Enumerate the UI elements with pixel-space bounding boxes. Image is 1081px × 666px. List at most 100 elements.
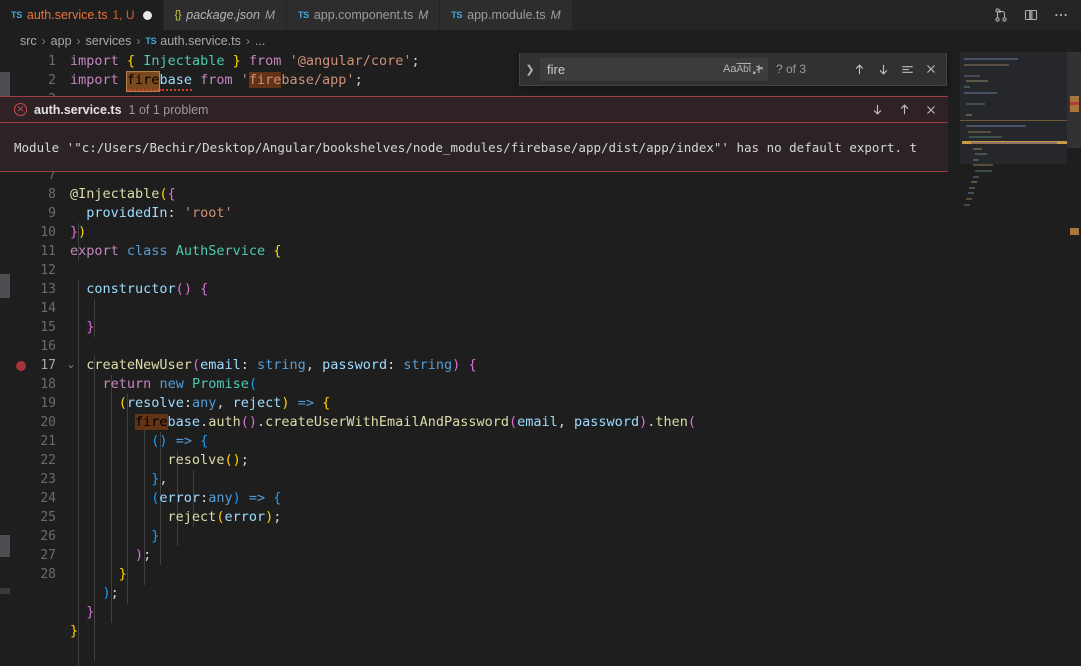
tab-label: package.json: [186, 8, 260, 22]
breadcrumb-item-services[interactable]: services: [86, 34, 132, 48]
code-line-13: createNewUser(email: string, password: s…: [86, 357, 477, 373]
code-line-17: () => {: [151, 433, 209, 449]
line-number: 16: [40, 339, 56, 354]
find-in-selection-icon[interactable]: [900, 62, 915, 77]
line-number: 13: [40, 282, 56, 297]
minimap-line: [965, 125, 1026, 128]
tab-package-json[interactable]: {} package.json M: [163, 0, 287, 30]
code-line-23: );: [135, 547, 152, 563]
minimap-line: [965, 80, 989, 83]
find-input-box[interactable]: Aa Abl: [540, 57, 768, 81]
minimap-line: [967, 192, 974, 195]
ts-file-icon: TS: [145, 36, 157, 46]
line-number: 14: [40, 301, 56, 316]
line-number: 17: [40, 358, 56, 373]
toggle-panel-icon[interactable]: [1023, 7, 1039, 23]
tab-auth-service-ts[interactable]: TS auth.service.ts 1, U: [0, 0, 164, 30]
problem-message: Module '"c:/Users/Bechir/Desktop/Angular…: [0, 123, 948, 171]
error-circle-icon: ✕: [14, 103, 27, 116]
breadcrumb-item-symbol[interactable]: ...: [255, 34, 265, 48]
split-editor-icon[interactable]: [993, 7, 1009, 23]
close-icon[interactable]: [924, 62, 938, 76]
line-number: 11: [40, 244, 56, 259]
find-next-icon[interactable]: [876, 62, 891, 77]
close-icon[interactable]: [924, 103, 938, 117]
minimap-line: [965, 198, 972, 200]
line-number: 27: [40, 548, 56, 563]
json-file-icon: {}: [174, 9, 182, 21]
ts-file-icon: TS: [297, 10, 309, 20]
line-number: 24: [40, 491, 56, 506]
code-line-20: (error:any) => {: [151, 490, 282, 506]
tab-dirty-indicator[interactable]: [142, 10, 152, 20]
line-number: 18: [40, 377, 56, 392]
code-line-2: import firebase from 'firebase/app';: [70, 71, 363, 92]
breakpoint-marker[interactable]: [16, 361, 26, 371]
match-case-icon[interactable]: Aa: [723, 59, 736, 79]
minimap-line: [964, 74, 981, 77]
minimap-line: [964, 203, 970, 206]
minimap[interactable]: [960, 52, 1067, 666]
find-previous-icon[interactable]: [852, 62, 867, 77]
minimap-line: [964, 86, 970, 88]
problem-next-icon[interactable]: [870, 102, 885, 117]
whole-word-icon[interactable]: Abl: [736, 59, 750, 79]
line-number: 22: [40, 453, 56, 468]
regex-icon[interactable]: [751, 59, 765, 79]
line-number: 1: [48, 54, 56, 69]
breadcrumb-item-file[interactable]: auth.service.ts: [160, 34, 241, 48]
code-line-25: );: [102, 585, 119, 601]
code-line-24: }: [118, 566, 127, 582]
find-widget[interactable]: ❯ Aa Abl ? of 3: [519, 53, 947, 86]
code-line-14: return new Promise(: [102, 376, 258, 392]
code-line-11: }: [86, 319, 95, 335]
tab-label: app.component.ts: [313, 8, 414, 22]
search-input[interactable]: [547, 61, 723, 77]
minimap-line: [969, 136, 1002, 139]
minimap-line: [973, 175, 979, 178]
code-line-26: }: [86, 604, 95, 620]
line-number: 2: [48, 73, 56, 88]
problem-actions: [870, 102, 948, 117]
line-number: 25: [40, 510, 56, 525]
minimap-line: [973, 158, 979, 161]
breadcrumb-item-src[interactable]: src: [20, 34, 37, 48]
breadcrumb: src › app › services › TS auth.service.t…: [0, 30, 1081, 52]
problem-file-name: auth.service.ts: [34, 102, 122, 117]
line-number: 20: [40, 415, 56, 430]
minimap-line: [973, 164, 993, 167]
minimap-line: [974, 170, 993, 172]
code-line-5: providedIn: 'root': [86, 205, 233, 221]
more-actions-icon[interactable]: [1053, 7, 1069, 23]
tab-badge: 1, U: [112, 8, 135, 22]
chevron-right-icon[interactable]: ❯: [520, 53, 540, 86]
minimap-line: [973, 147, 982, 150]
breadcrumb-item-app[interactable]: app: [51, 34, 72, 48]
scrollbar-match-marker: [1070, 105, 1079, 112]
tab-badge: M: [550, 8, 561, 22]
code-line-21: reject(error);: [167, 509, 282, 525]
line-number: 10: [40, 225, 56, 240]
line-number: 23: [40, 472, 56, 487]
code-line-16: firebase.auth().createUserWithEmailAndPa…: [135, 414, 697, 430]
tab-label: auth.service.ts: [26, 8, 108, 22]
tab-app-module-ts[interactable]: TS app.module.ts M: [440, 0, 573, 30]
editor-vertical-scrollbar[interactable]: [1067, 52, 1081, 666]
code-line-4: @Injectable({: [70, 186, 176, 202]
problem-previous-icon[interactable]: [897, 102, 912, 117]
breadcrumb-separator: ›: [41, 34, 46, 48]
scrollbar-match-marker: [1070, 228, 1079, 235]
code-line-18: resolve();: [167, 452, 249, 468]
code-line-27: }: [70, 623, 79, 639]
code-line-6: }): [70, 224, 87, 240]
ts-file-icon: TS: [11, 10, 22, 20]
tab-badge: M: [264, 8, 275, 22]
code-line-9: constructor() {: [86, 281, 209, 297]
tab-app-component-ts[interactable]: TS app.component.ts M: [286, 0, 441, 30]
line-number: 12: [40, 263, 56, 278]
problem-count: 1 of 1 problem: [128, 102, 209, 117]
problem-hover-widget[interactable]: ✕ auth.service.ts 1 of 1 problem Module …: [0, 96, 948, 172]
minimap-line: [964, 91, 997, 94]
ts-file-icon: TS: [451, 10, 463, 20]
minimap-line: [967, 130, 992, 133]
